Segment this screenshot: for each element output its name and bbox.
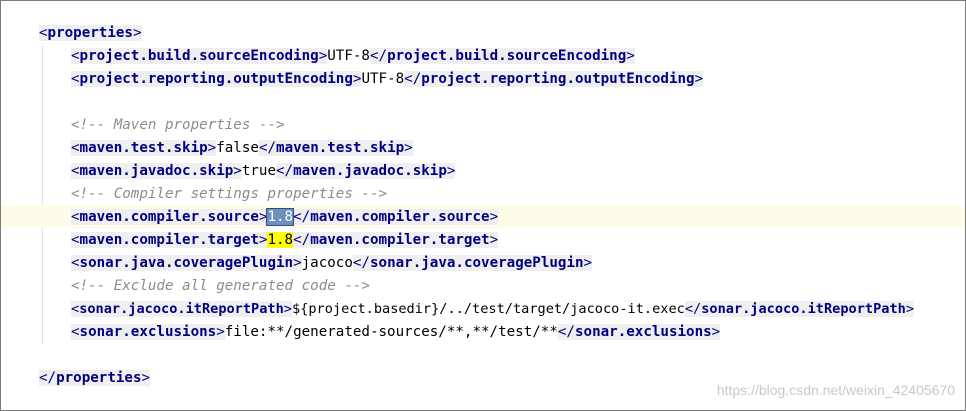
watermark-text: https://blog.csdn.net/weixin_42405670: [716, 382, 955, 398]
xml-close-tag: </sonar.java.coveragePlugin>: [352, 255, 593, 271]
code-line[interactable]: <properties>: [1, 22, 965, 44]
highlighted-match-value: 1.8: [267, 232, 294, 248]
property-value: ${project.basedir}/../test/target/jacoco…: [291, 301, 685, 317]
property-value: UTF-8: [327, 48, 370, 64]
tag-name: project.reporting.outputEncoding: [421, 71, 695, 87]
xml-comment: <!-- Exclude all generated code -->: [71, 278, 370, 294]
xml-close-tag: </sonar.jacoco.itReportPath>: [684, 301, 914, 317]
code-line[interactable]: <!-- Exclude all generated code -->: [1, 275, 965, 297]
tag-name: maven.compiler.source: [79, 209, 259, 225]
xml-close-tag: </maven.javadoc.skip>: [276, 163, 456, 179]
tag-name: sonar.jacoco.itReportPath: [79, 301, 284, 317]
code-line-empty[interactable]: [1, 91, 965, 113]
tag-name: properties: [47, 25, 133, 41]
tag-name: maven.test.skip: [79, 140, 208, 156]
xml-comment: <!-- Compiler settings properties -->: [71, 186, 388, 202]
xml-open-tag: <sonar.exclusions>: [71, 324, 225, 340]
property-value: true: [241, 163, 277, 179]
code-line[interactable]: <!-- Maven properties -->: [1, 114, 965, 136]
property-value: jacoco: [301, 255, 353, 271]
code-line[interactable]: <!-- Compiler settings properties -->: [1, 183, 965, 205]
tag-name: maven.javadoc.skip: [293, 163, 447, 179]
code-line[interactable]: <sonar.jacoco.itReportPath>${project.bas…: [1, 298, 965, 320]
xml-close-tag: </project.build.sourceEncoding>: [369, 48, 635, 64]
xml-open-tag: <properties>: [39, 25, 142, 41]
xml-close-tag: </project.reporting.outputEncoding>: [404, 71, 704, 87]
tag-name: maven.compiler.target: [79, 232, 259, 248]
xml-close-tag: </properties>: [39, 370, 151, 386]
code-line-current[interactable]: <maven.compiler.source>1.8</maven.compil…: [1, 206, 965, 228]
tag-name: properties: [56, 370, 142, 386]
code-line[interactable]: <sonar.java.coveragePlugin>jacoco</sonar…: [1, 252, 965, 274]
tag-name: project.reporting.outputEncoding: [79, 71, 353, 87]
xml-open-tag: <maven.javadoc.skip>: [71, 163, 242, 179]
xml-open-tag: <project.reporting.outputEncoding>: [71, 71, 362, 87]
tag-name: sonar.java.coveragePlugin: [369, 255, 584, 271]
xml-open-tag: <sonar.java.coveragePlugin>: [71, 255, 302, 271]
code-editor[interactable]: <properties> <project.build.sourceEncodi…: [0, 0, 966, 411]
code-line-empty[interactable]: [1, 344, 965, 366]
xml-open-tag: <maven.compiler.target>: [71, 232, 268, 248]
property-value: file:**/generated-sources/**,**/test/**: [224, 324, 558, 340]
tag-name: sonar.exclusions: [79, 324, 217, 340]
tag-name: maven.compiler.target: [310, 232, 490, 248]
xml-close-tag: </sonar.exclusions>: [557, 324, 721, 340]
selected-value[interactable]: 1.8: [266, 208, 295, 226]
xml-close-tag: </maven.test.skip>: [258, 140, 413, 156]
tag-name: maven.javadoc.skip: [79, 163, 234, 179]
tag-name: project.build.sourceEncoding: [387, 48, 627, 64]
tag-name: sonar.java.coveragePlugin: [79, 255, 294, 271]
tag-name: maven.test.skip: [276, 140, 405, 156]
tag-name: sonar.exclusions: [574, 324, 712, 340]
xml-open-tag: <project.build.sourceEncoding>: [71, 48, 328, 64]
tag-name: maven.compiler.source: [310, 209, 490, 225]
xml-open-tag: <maven.compiler.source>: [71, 209, 268, 225]
code-line[interactable]: <maven.test.skip>false</maven.test.skip>: [1, 137, 965, 159]
property-value: false: [216, 140, 259, 156]
tag-name: project.build.sourceEncoding: [79, 48, 319, 64]
tag-name: sonar.jacoco.itReportPath: [701, 301, 906, 317]
xml-close-tag: </maven.compiler.source>: [293, 209, 499, 225]
property-value: UTF-8: [361, 71, 405, 87]
xml-close-tag: </maven.compiler.target>: [293, 232, 499, 248]
code-line[interactable]: <maven.javadoc.skip>true</maven.javadoc.…: [1, 160, 965, 182]
code-line[interactable]: <project.reporting.outputEncoding>UTF-8<…: [1, 68, 965, 90]
xml-comment: <!-- Maven properties -->: [71, 117, 285, 133]
xml-open-tag: <maven.test.skip>: [71, 140, 217, 156]
xml-open-tag: <sonar.jacoco.itReportPath>: [71, 301, 292, 317]
code-line[interactable]: <sonar.exclusions>file:**/generated-sour…: [1, 321, 965, 343]
code-line[interactable]: <maven.compiler.target>1.8</maven.compil…: [1, 229, 965, 251]
code-line[interactable]: <project.build.sourceEncoding>UTF-8</pro…: [1, 45, 965, 67]
